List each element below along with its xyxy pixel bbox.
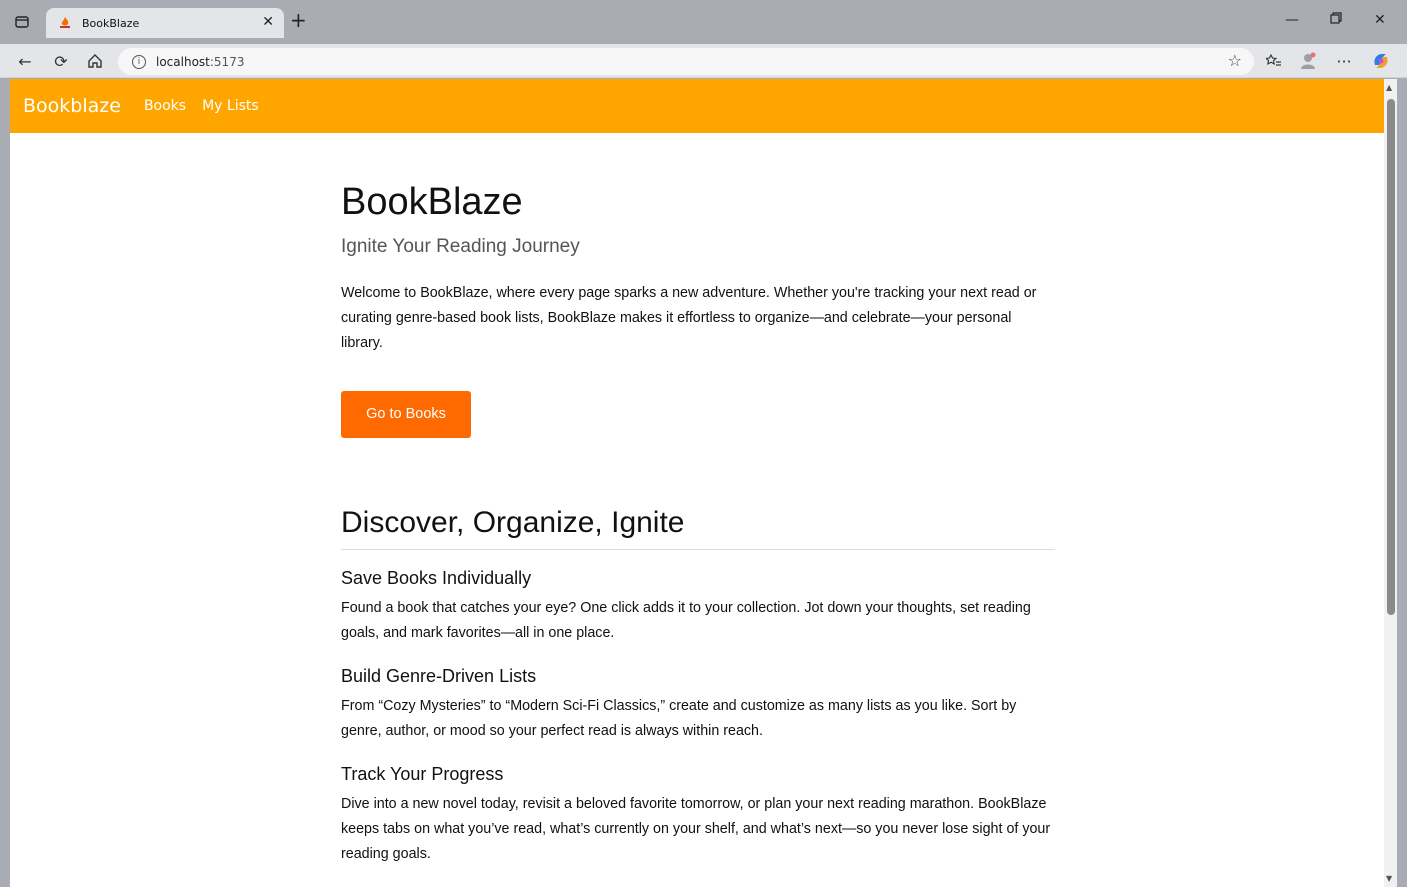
restore-icon[interactable] bbox=[1330, 12, 1342, 28]
browser-tab-bar: BookBlaze ✕ + — ✕ bbox=[0, 0, 1407, 44]
feature-item: Save Books Individually Found a book tha… bbox=[341, 566, 1055, 646]
nav-link-books[interactable]: Books bbox=[144, 98, 186, 114]
feature-body: Found a book that catches your eye? One … bbox=[341, 600, 1031, 641]
feature-title: Save Books Individually bbox=[341, 568, 532, 588]
site-navbar: Bookblaze Books My Lists bbox=[10, 79, 1384, 133]
flame-favicon-icon bbox=[60, 17, 70, 28]
close-tab-icon[interactable]: ✕ bbox=[262, 14, 274, 30]
close-window-icon[interactable]: ✕ bbox=[1374, 12, 1386, 28]
home-icon[interactable] bbox=[84, 50, 106, 72]
page-scrollbar[interactable]: ▲ ▼ bbox=[1384, 79, 1397, 887]
feature-item: Build Genre-Driven Lists From “Cozy Myst… bbox=[341, 664, 1055, 744]
address-bar-row: ← ⟳ i localhost:5173 ☆ ··· bbox=[0, 44, 1407, 78]
scrollbar-thumb[interactable] bbox=[1387, 99, 1395, 615]
copilot-icon[interactable] bbox=[1370, 50, 1392, 72]
new-tab-icon[interactable]: + bbox=[290, 10, 307, 30]
minimize-icon[interactable]: — bbox=[1285, 12, 1299, 28]
feature-body: From “Cozy Mysteries” to “Modern Sci-Fi … bbox=[341, 698, 1017, 739]
feature-body: Dive into a new novel today, revisit a b… bbox=[341, 796, 1051, 862]
favorites-list-icon[interactable] bbox=[1263, 50, 1285, 72]
go-to-books-button[interactable]: Go to Books bbox=[341, 391, 471, 438]
feature-item: Track Your Progress Dive into a new nove… bbox=[341, 762, 1055, 867]
brand-link[interactable]: Bookblaze bbox=[23, 95, 121, 117]
scroll-down-icon[interactable]: ▼ bbox=[1386, 874, 1392, 883]
favorite-star-icon[interactable]: ☆ bbox=[1228, 51, 1242, 70]
tab-title: BookBlaze bbox=[82, 16, 140, 30]
url-field[interactable]: i localhost:5173 ☆ bbox=[118, 48, 1254, 75]
page-title: BookBlaze bbox=[341, 181, 523, 223]
sidebar-toggle-icon[interactable] bbox=[12, 12, 32, 32]
reload-icon[interactable]: ⟳ bbox=[50, 50, 72, 72]
back-icon[interactable]: ← bbox=[14, 50, 36, 72]
scroll-up-icon[interactable]: ▲ bbox=[1386, 83, 1392, 92]
browser-tab[interactable]: BookBlaze ✕ bbox=[46, 8, 284, 38]
profile-avatar-icon[interactable] bbox=[1297, 50, 1319, 72]
more-menu-icon[interactable]: ··· bbox=[1333, 50, 1355, 72]
tagline: Ignite Your Reading Journey bbox=[341, 236, 580, 257]
feature-title: Build Genre-Driven Lists bbox=[341, 666, 537, 686]
nav-link-my-lists[interactable]: My Lists bbox=[202, 98, 259, 114]
url-text: localhost:5173 bbox=[156, 54, 245, 69]
page-viewport: Bookblaze Books My Lists BookBlaze Ignit… bbox=[10, 79, 1384, 887]
features-heading: Discover, Organize, Ignite bbox=[341, 506, 1055, 550]
feature-title: Track Your Progress bbox=[341, 764, 504, 784]
info-icon[interactable]: i bbox=[132, 54, 146, 69]
intro-paragraph: Welcome to BookBlaze, where every page s… bbox=[341, 285, 1037, 351]
main-content: BookBlaze Ignite Your Reading Journey We… bbox=[341, 177, 1055, 867]
